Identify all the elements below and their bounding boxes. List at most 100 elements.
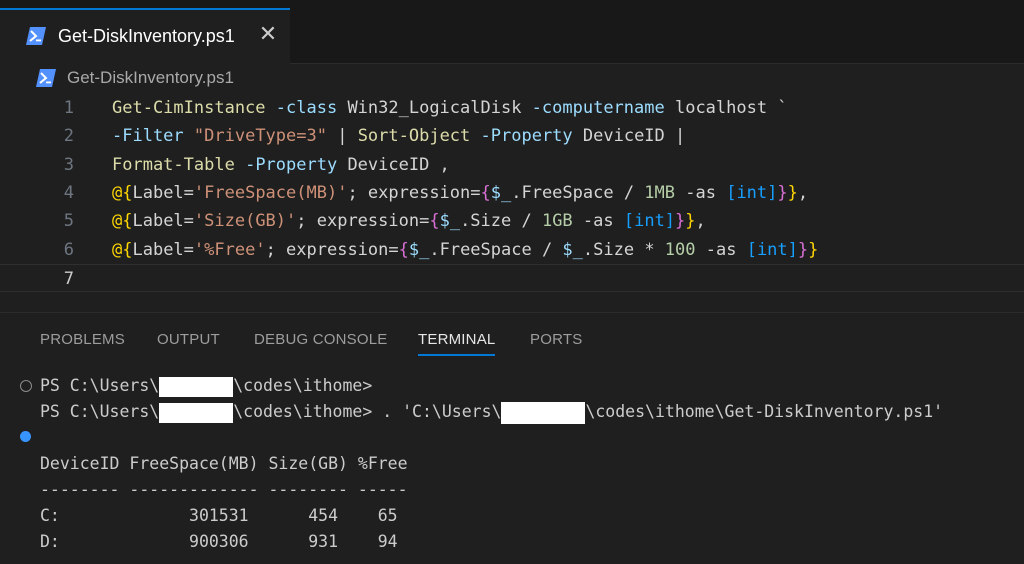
code-editor[interactable]: 1 Get-CimInstance -class Win32_LogicalDis…	[0, 92, 1024, 300]
code-token: ,	[695, 211, 706, 232]
code-line[interactable]: 5 @{Label='Size(GB)'; expression={$_.Size…	[0, 207, 1024, 235]
code-token: 100	[664, 239, 696, 260]
code-token: -class	[275, 98, 338, 118]
command-decoration-icon[interactable]	[20, 431, 31, 442]
tab-ports[interactable]: PORTS	[530, 331, 582, 348]
code-line[interactable]: 1 Get-CimInstance -class Win32_LogicalDis…	[0, 94, 1024, 122]
code-token: -Property	[480, 126, 573, 147]
code-token: Format-Table	[112, 154, 235, 175]
code-token: Sort-Object	[357, 126, 471, 147]
editor-tab-bar: Get-DiskInventory.ps1 ✕	[0, 0, 1024, 64]
code-token: {	[429, 211, 440, 232]
code-token: $_	[408, 239, 430, 260]
code-text: -Filter "DriveType=3" | Sort-Object -Pro…	[112, 122, 685, 150]
terminal-line: PS C:\Users\ \codes\ithome>	[40, 373, 372, 399]
code-line[interactable]: 3 Format-Table -Property DeviceID ,	[0, 151, 1024, 179]
redaction-block	[159, 376, 234, 397]
code-token: -Property	[245, 154, 338, 175]
code-token: }	[777, 182, 788, 203]
code-token: $_	[562, 239, 583, 260]
code-token: @{	[112, 182, 133, 203]
code-token: }	[685, 211, 696, 232]
close-icon[interactable]: ✕	[256, 23, 280, 47]
code-token: -as	[675, 182, 727, 203]
code-token: localhost `	[664, 98, 788, 118]
code-token: [int]	[623, 211, 676, 232]
table-row: C: 301531 454 65	[40, 506, 398, 525]
code-token: }	[797, 239, 809, 260]
command-text: \codes\ithome> . 'C:\Users\	[233, 402, 502, 421]
line-number: 4	[63, 182, 74, 203]
terminal-line: PS C:\Users\ \codes\ithome> . 'C:\Users\ \…	[40, 399, 943, 425]
line-number: 7	[63, 268, 74, 289]
tab-problems[interactable]: PROBLEMS	[40, 331, 125, 348]
line-number: 6	[63, 239, 74, 260]
code-token: |	[326, 126, 358, 147]
code-token: DeviceID ,	[337, 154, 450, 175]
code-token: "DriveType=3"	[193, 126, 327, 147]
code-token: }	[808, 239, 819, 260]
table-divider: -------- ------------- -------- -----	[40, 480, 408, 499]
breadcrumb-item-file[interactable]: Get-DiskInventory.ps1	[67, 68, 234, 88]
powershell-icon	[36, 69, 56, 91]
code-token: ; expression=	[296, 211, 430, 232]
code-line[interactable]: 7	[0, 263, 1024, 292]
tab-terminal[interactable]: TERMINAL	[418, 331, 496, 356]
code-token: DeviceID |	[572, 126, 686, 147]
code-token: -Filter	[112, 126, 184, 147]
code-token: [int]	[726, 182, 778, 203]
code-token: @{	[112, 211, 133, 232]
code-token: }	[787, 182, 798, 203]
redaction-block	[501, 401, 586, 424]
code-token: {	[398, 239, 409, 260]
code-token: Label=	[132, 182, 194, 203]
code-token: Win32_LogicalDisk	[337, 98, 532, 118]
code-token: .FreeSpace /	[429, 239, 563, 260]
bottom-panel: PROBLEMS OUTPUT DEBUG CONSOLE TERMINAL P…	[0, 312, 1024, 564]
code-text: Get-CimInstance -class Win32_LogicalDisk…	[112, 94, 788, 122]
code-token: 'Size(GB)'	[193, 211, 297, 232]
code-token: -computername	[531, 98, 665, 118]
command-decoration-icon[interactable]	[20, 380, 32, 392]
code-token: $_	[439, 211, 461, 232]
code-token: }	[675, 211, 686, 232]
code-token: $_	[490, 182, 512, 203]
table-row: D: 900306 931 94	[40, 532, 398, 551]
line-number: 1	[63, 98, 74, 118]
code-token: [int]	[746, 239, 798, 260]
code-token: 1MB	[644, 182, 676, 203]
code-token: Label=	[132, 239, 194, 260]
tab-output[interactable]: OUTPUT	[157, 331, 220, 348]
prompt-text: \codes\ithome>	[233, 376, 373, 395]
code-line[interactable]: 6 @{Label='%Free'; expression={$_.FreeSpa…	[0, 236, 1024, 264]
code-line[interactable]: 4 @{Label='FreeSpace(MB)'; expression={$_…	[0, 179, 1024, 207]
code-token: 1GB	[541, 211, 573, 232]
code-token: '%Free'	[193, 239, 266, 260]
code-token: ; expression=	[265, 239, 399, 260]
tab-label: Get-DiskInventory.ps1	[58, 26, 235, 46]
tab-debug-console[interactable]: DEBUG CONSOLE	[254, 331, 387, 348]
code-token: 'FreeSpace(MB)'	[193, 182, 348, 203]
code-token: {	[480, 182, 491, 203]
powershell-icon	[26, 27, 46, 49]
code-text: @{Label='Size(GB)'; expression={$_.Size …	[112, 207, 706, 235]
code-token: @{	[112, 239, 133, 260]
editor-tab-get-diskinventory[interactable]: Get-DiskInventory.ps1 ✕	[0, 8, 290, 64]
code-text: @{Label='%Free'; expression={$_.FreeSpac…	[112, 236, 818, 264]
code-token: .Size /	[460, 211, 542, 232]
line-number: 5	[63, 211, 74, 232]
code-text: Format-Table -Property DeviceID ,	[112, 151, 450, 179]
code-token: -as	[695, 239, 747, 260]
code-token: ,	[797, 182, 809, 203]
redaction-block	[159, 402, 234, 423]
table-header: DeviceID FreeSpace(MB) Size(GB) %Free	[40, 454, 408, 473]
prompt-text: PS C:\Users\	[40, 376, 160, 395]
line-number: 3	[63, 154, 74, 175]
code-line[interactable]: 2 -Filter "DriveType=3" | Sort-Object -Pr…	[0, 122, 1024, 150]
prompt-text: PS C:\Users\	[40, 402, 160, 421]
code-token: ; expression=	[347, 182, 481, 203]
